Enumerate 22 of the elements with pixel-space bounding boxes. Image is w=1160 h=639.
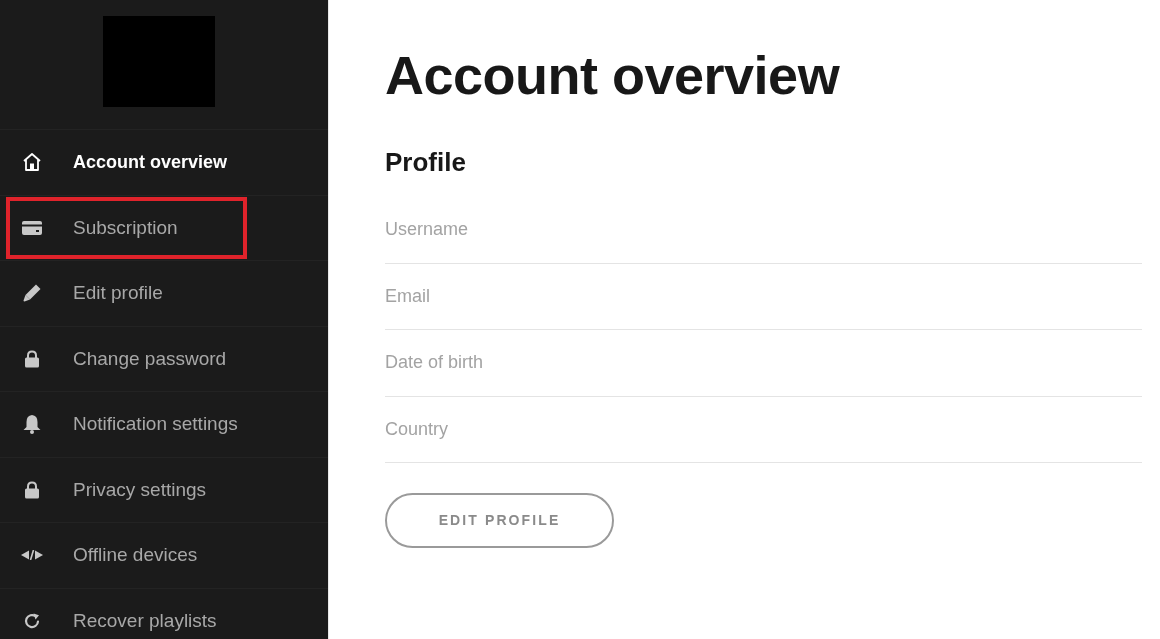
sidebar-menu-item[interactable]: Recover playlists [0,588,328,639]
pen-icon [21,283,42,304]
refresh-icon [22,611,41,630]
sidebar-menu-item[interactable]: Privacy settings [0,457,328,522]
lock-icon [23,349,40,368]
sidebar-menu-item[interactable]: Change password [0,326,328,391]
sidebar-menu-item[interactable]: Offline devices [0,523,328,588]
field-label: Email [385,284,430,308]
section-heading: Profile [385,147,466,177]
field-label: Username [385,218,469,242]
sidebar-menu-item[interactable]: Notification settings [0,392,328,457]
field-label: Date of birth [385,351,484,375]
home-icon [21,152,42,173]
bell-icon [22,414,41,435]
field-label: Country [385,417,449,441]
credit-card-icon [21,220,42,235]
sidebar-menu-item[interactable]: Account overview [0,130,328,195]
lock-icon [23,480,40,499]
page-title: Account overview [385,47,840,103]
code-arrows-icon [20,550,43,561]
sidebar-menu-item[interactable]: Subscription [0,195,328,260]
sidebar-menu-item[interactable]: Edit profile [0,261,328,326]
